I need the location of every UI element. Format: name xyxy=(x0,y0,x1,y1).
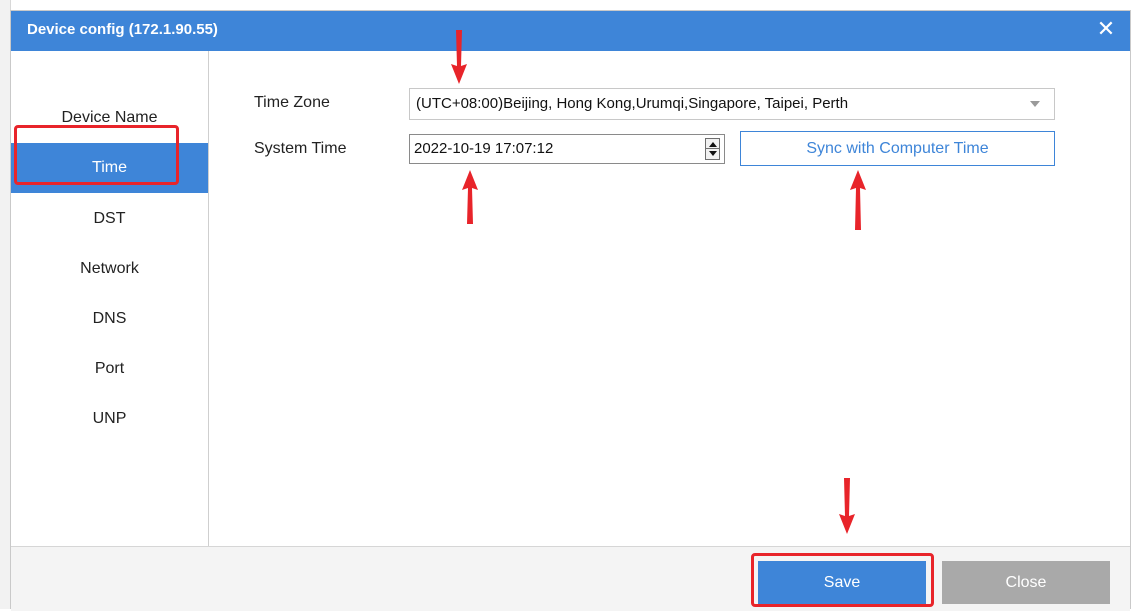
system-time-input[interactable]: 2022-10-19 17:07:12 xyxy=(409,134,725,164)
timezone-label: Time Zone xyxy=(254,94,330,111)
sidebar-item-network[interactable]: Network xyxy=(11,244,208,294)
spinner-down-icon[interactable] xyxy=(709,151,717,156)
sidebar-item-port[interactable]: Port xyxy=(11,344,208,394)
sidebar-item-time[interactable]: Time xyxy=(11,143,208,193)
dropdown-caret-icon[interactable] xyxy=(1030,101,1040,107)
close-button[interactable]: Close xyxy=(942,561,1110,604)
dialog-title: Device config (172.1.90.55) xyxy=(27,21,218,38)
sidebar-item-unp[interactable]: UNP xyxy=(11,394,208,444)
save-button[interactable]: Save xyxy=(758,561,926,604)
sidebar-item-dst[interactable]: DST xyxy=(11,194,208,244)
sidebar-item-device-name[interactable]: Device Name xyxy=(11,93,208,143)
sync-with-computer-time-button[interactable]: Sync with Computer Time xyxy=(740,131,1055,166)
close-icon[interactable]: ✕ xyxy=(1094,17,1118,43)
spinner-up-icon[interactable] xyxy=(709,142,717,147)
time-spinner[interactable] xyxy=(705,138,720,160)
system-time-label: System Time xyxy=(254,140,347,157)
spinner-divider xyxy=(706,148,719,149)
timezone-select[interactable]: (UTC+08:00)Beijing, Hong Kong,Urumqi,Sin… xyxy=(409,88,1055,120)
dialog-footer: Save Close xyxy=(11,546,1130,611)
time-settings-panel: Time Zone (UTC+08:00)Beijing, Hong Kong,… xyxy=(209,51,1130,546)
timezone-value: (UTC+08:00)Beijing, Hong Kong,Urumqi,Sin… xyxy=(416,95,849,112)
device-config-dialog: Device config (172.1.90.55) ✕ Device Nam… xyxy=(10,10,1131,611)
dialog-titlebar: Device config (172.1.90.55) ✕ xyxy=(11,11,1130,51)
system-time-value: 2022-10-19 17:07:12 xyxy=(414,140,554,157)
config-sidebar: Device Name Time DST Network DNS Port UN… xyxy=(11,51,209,546)
sidebar-item-dns[interactable]: DNS xyxy=(11,294,208,344)
